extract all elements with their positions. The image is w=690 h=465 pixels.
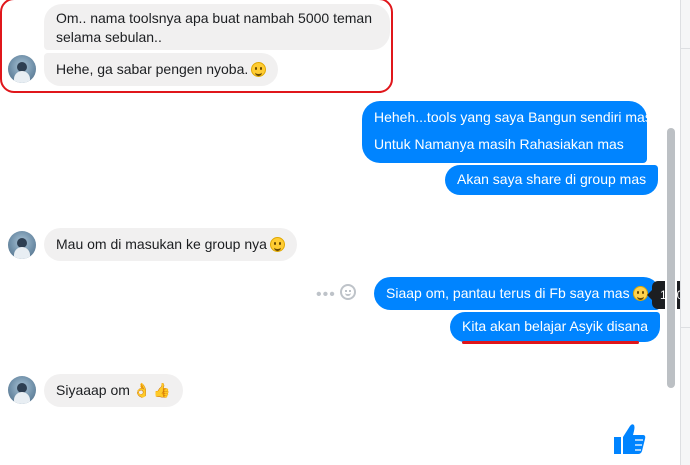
message-outgoing-3[interactable]: Siaap om, pantau terus di Fb saya mas (374, 277, 660, 310)
message-outgoing-4[interactable]: Kita akan belajar Asyik disana (450, 312, 660, 342)
message-incoming-4[interactable]: Siyaaap om 👌 👍 (44, 374, 183, 407)
message-outgoing-2[interactable]: Akan saya share di group mas (445, 165, 659, 195)
divider (681, 48, 690, 49)
message-text: Mau om di masukan ke group nya (56, 236, 267, 252)
highlight-annotation (0, 0, 393, 93)
react-smiley-icon[interactable] (340, 284, 356, 300)
blush-emoji-icon (632, 286, 648, 301)
side-panel-edge (680, 0, 690, 465)
message-text: Siyaaap om (56, 382, 130, 398)
avatar[interactable] (8, 376, 36, 404)
divider (681, 327, 690, 328)
message-text-line-1: Heheh...tools yang saya Bangun sendiri m… (374, 109, 652, 125)
message-text-line-2: Untuk Namanya masih Rahasiakan mas (374, 136, 624, 152)
more-options-icon[interactable]: ••• (316, 286, 336, 304)
ok-hand-emoji-icon: 👌 (132, 382, 151, 398)
highlight-underline (462, 341, 639, 344)
avatar[interactable] (8, 231, 36, 259)
message-incoming-3[interactable]: Mau om di masukan ke group nya (44, 228, 297, 261)
message-text: Siaap om, pantau terus di Fb saya mas (386, 285, 630, 301)
message-text: Kita akan belajar Asyik disana (462, 318, 648, 334)
smile-emoji-icon (269, 237, 285, 252)
message-text: Akan saya share di group mas (457, 171, 647, 187)
thumbs-up-emoji-icon: 👍 (153, 382, 171, 398)
scrollbar-thumb[interactable] (667, 128, 675, 388)
message-outgoing-1[interactable]: Heheh...tools yang saya Bangun sendiri m… (362, 101, 652, 163)
like-thumb-icon[interactable] (610, 420, 648, 458)
